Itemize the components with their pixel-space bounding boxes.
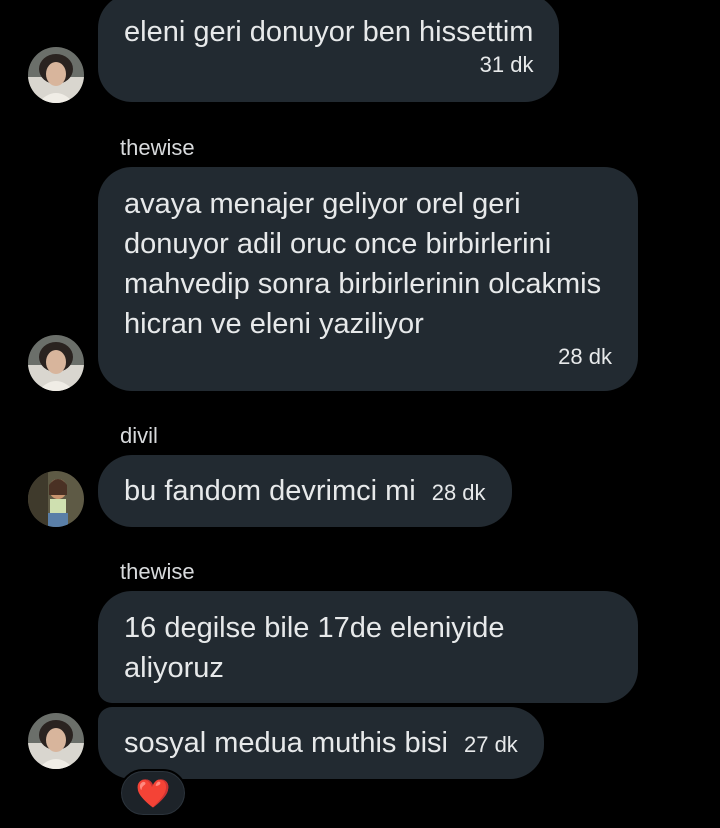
sender-name: divil <box>120 423 158 448</box>
message-timestamp: 28 dk <box>431 480 486 505</box>
avatar-image <box>28 471 84 527</box>
message-text: bu fandom devrimci mi <box>124 475 416 507</box>
avatar[interactable] <box>28 713 84 769</box>
sender-name: thewise <box>120 559 195 584</box>
message-bubble[interactable]: 16 degilse bile 17de eleniyide aliyoruz <box>98 591 638 703</box>
message-row: bu fandom devrimci mi 28 dk <box>124 471 486 511</box>
message-text: avaya menajer geliyor orel geri donuyor … <box>124 188 602 340</box>
message-timestamp: 28 dk <box>558 344 612 369</box>
avatar-image <box>28 713 84 769</box>
message-text: eleni geri donuyor ben hissettim <box>124 16 534 48</box>
conversation-thread: eleni geri donuyor ben hissettim 31 dk t… <box>0 0 720 828</box>
message-bubble[interactable]: bu fandom devrimci mi 28 dk <box>98 455 512 527</box>
avatar-image <box>28 335 84 391</box>
heart-icon: ❤️ <box>135 777 171 809</box>
message-bubble[interactable]: avaya menajer geliyor orel geri donuyor … <box>98 167 638 391</box>
avatar[interactable] <box>28 471 84 527</box>
sender-name: thewise <box>120 135 195 160</box>
avatar-image <box>28 47 84 103</box>
message-timestamp: 31 dk <box>479 52 534 77</box>
heart-reaction[interactable]: ❤️ <box>119 769 187 817</box>
avatar[interactable] <box>28 335 84 391</box>
message-text: 16 degilse bile 17de eleniyide aliyoruz <box>124 612 505 684</box>
message-row: sosyal medua muthis bisi 27 dk <box>124 723 518 763</box>
message-text: sosyal medua muthis bisi <box>124 727 448 759</box>
message-bubble[interactable]: eleni geri donuyor ben hissettim 31 dk <box>98 0 560 102</box>
message-timestamp: 27 dk <box>463 732 518 757</box>
avatar[interactable] <box>28 47 84 103</box>
